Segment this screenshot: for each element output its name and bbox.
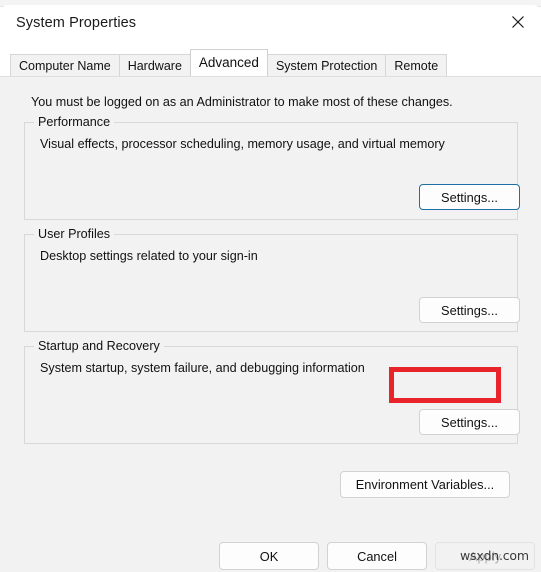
environment-variables-button[interactable]: Environment Variables... [340,471,510,498]
tab-hardware[interactable]: Hardware [118,54,191,76]
titlebar: System Properties [0,5,541,45]
group-startup-legend: Startup and Recovery [34,339,164,353]
administrator-note: You must be logged on as an Administrato… [31,95,453,109]
group-user-profiles-legend: User Profiles [34,227,115,241]
tab-list: Computer Name Hardware Advanced System P… [10,49,448,76]
tab-computer-name[interactable]: Computer Name [10,54,120,76]
tab-remote[interactable]: Remote [385,54,448,76]
group-performance: Performance Visual effects, processor sc… [24,115,520,220]
group-user-profiles: User Profiles Desktop settings related t… [24,227,520,332]
tab-system-protection[interactable]: System Protection [266,54,387,76]
watermark: wsxdn.com [460,548,529,563]
user-profiles-settings-button[interactable]: Settings... [419,297,520,323]
cancel-button[interactable]: Cancel [327,542,427,570]
tab-advanced[interactable]: Advanced [189,49,268,76]
startup-recovery-settings-button[interactable]: Settings... [419,409,520,435]
group-startup-description: System startup, system failure, and debu… [40,361,365,375]
ok-button[interactable]: OK [219,542,319,570]
page-title: System Properties [16,15,137,31]
group-performance-legend: Performance [34,115,115,129]
close-icon[interactable] [495,5,541,39]
performance-settings-button[interactable]: Settings... [419,184,520,210]
system-properties-dialog: System Properties Computer Name Hardware… [0,5,541,572]
tabstrip: Computer Name Hardware Advanced System P… [0,45,541,76]
advanced-tab-panel: You must be logged on as an Administrato… [0,76,541,572]
group-user-profiles-description: Desktop settings related to your sign-in [40,249,258,263]
group-startup-and-recovery: Startup and Recovery System startup, sys… [24,339,520,444]
background-window-title [62,0,212,4]
group-performance-description: Visual effects, processor scheduling, me… [40,137,445,151]
